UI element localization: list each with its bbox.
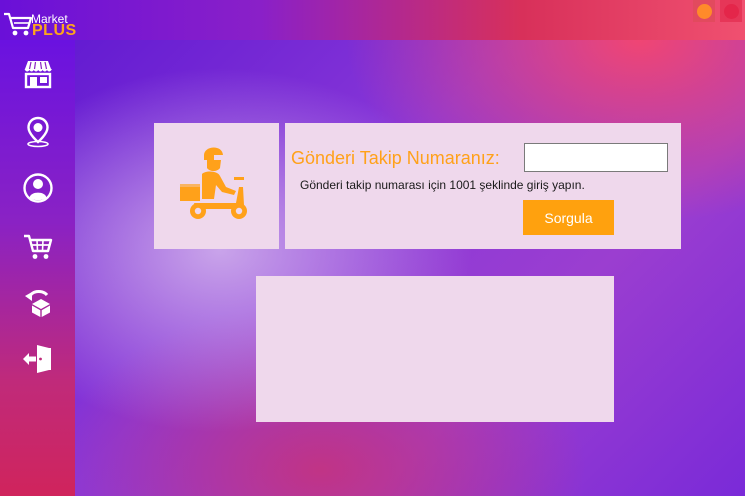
sidebar-item-profile[interactable] <box>0 162 75 214</box>
sidebar-item-cart[interactable] <box>0 220 75 272</box>
sidebar-item-logout[interactable] <box>0 332 75 384</box>
store-icon <box>24 61 52 89</box>
minimize-button[interactable] <box>697 4 712 19</box>
tracking-query-panel: Gönderi Takip Numaranız: Gönderi takip n… <box>285 123 681 249</box>
sidebar <box>0 40 75 496</box>
courier-icon-panel <box>154 123 279 249</box>
tracking-number-input[interactable] <box>524 143 668 172</box>
user-icon <box>22 173 53 203</box>
location-pin-icon <box>26 116 49 148</box>
logo-text-plus: PLUS <box>32 22 77 39</box>
logout-door-icon <box>22 345 51 373</box>
cart-logo-icon <box>4 12 33 36</box>
tracking-number-label: Gönderi Takip Numaranız: <box>291 148 500 168</box>
sidebar-item-location[interactable] <box>0 106 75 158</box>
sidebar-item-store[interactable] <box>0 48 75 100</box>
tracking-result-panel <box>256 276 614 422</box>
close-button[interactable] <box>724 4 739 19</box>
return-box-icon <box>24 289 50 317</box>
sidebar-item-returns[interactable] <box>0 276 75 328</box>
main-content: Gönderi Takip Numaranız: Gönderi takip n… <box>75 40 745 496</box>
delivery-scooter-icon <box>180 147 247 219</box>
cart-icon <box>23 234 52 259</box>
tracking-hint-text: Gönderi takip numarası için 1001 şeklind… <box>300 178 585 192</box>
query-button[interactable]: Sorgula <box>523 200 614 235</box>
title-bar: Market PLUS <box>0 0 745 40</box>
